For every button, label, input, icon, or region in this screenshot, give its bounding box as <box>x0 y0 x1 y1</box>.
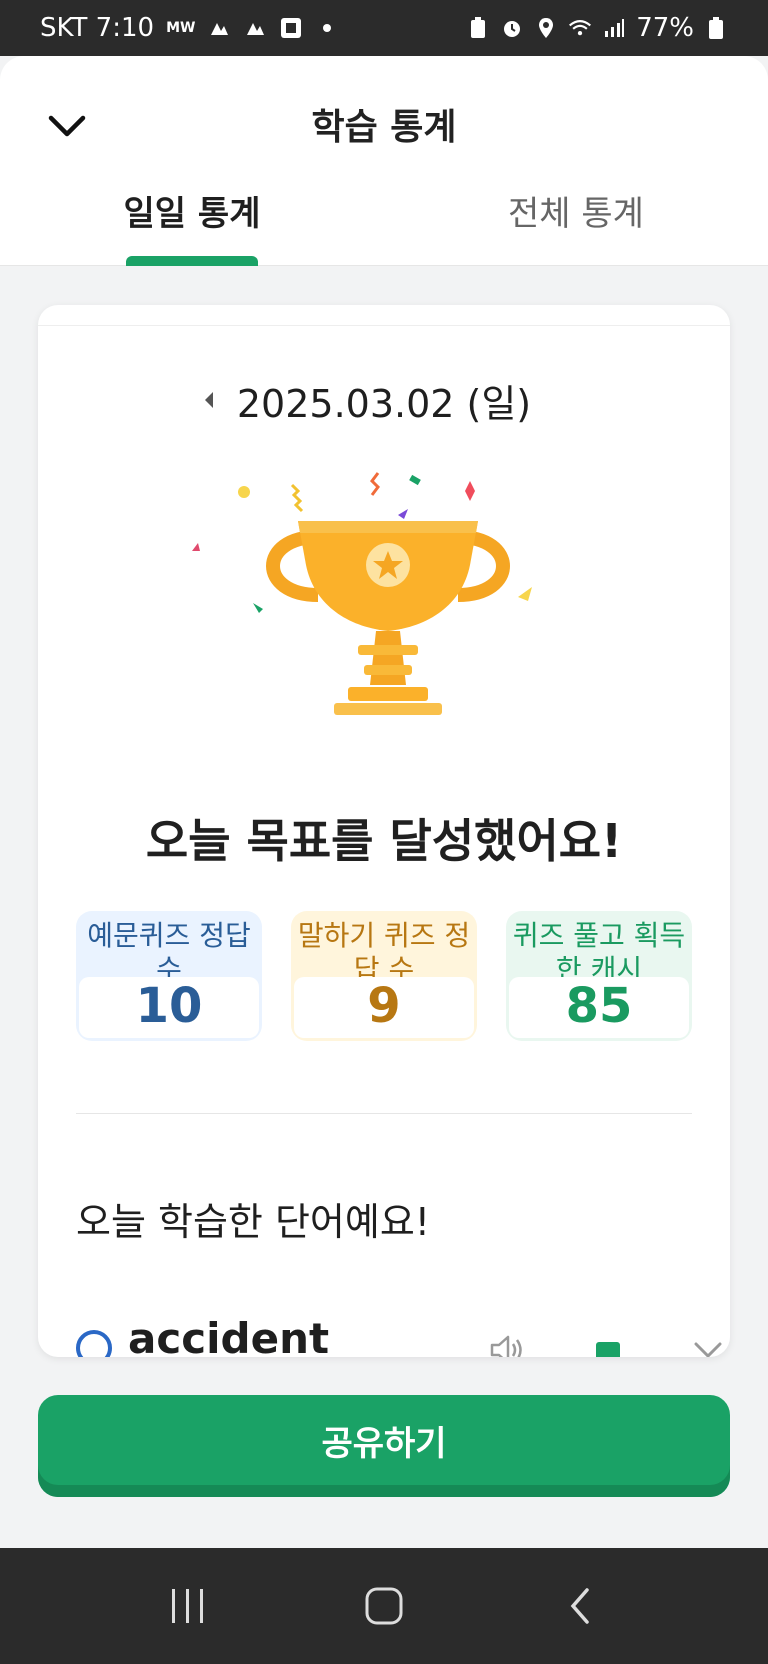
stat-cash-earned: 퀴즈 풀고 획득한 캐시 85 <box>506 911 692 1041</box>
alarm-icon <box>500 16 524 40</box>
status-bar: SKT 7:10 MW 77% <box>0 0 768 56</box>
section-divider <box>76 1113 692 1114</box>
home-icon[interactable] <box>354 1576 414 1636</box>
stat-value: 85 <box>509 977 689 1038</box>
speaker-icon[interactable] <box>486 1330 526 1357</box>
stat-speaking-quiz: 말하기 퀴즈 정답 수 9 <box>291 911 477 1041</box>
stats-header: 학습 통계 일일 통계 전체 통계 <box>0 56 768 266</box>
location-icon <box>534 16 558 40</box>
stat-label: 말하기 퀴즈 정답 수 <box>297 919 471 977</box>
weather-icon <box>207 16 231 40</box>
battery-percent: 77% <box>636 13 694 43</box>
daily-stats-card: 2025.03.02 (일) 오늘 목표를 달성했어요! 예문퀴즈 정답 수 1… <box>38 305 730 1357</box>
card-divider <box>38 325 730 326</box>
status-mw: MW <box>166 20 196 36</box>
tab-daily-stats[interactable]: 일일 통계 <box>92 186 292 235</box>
bookmark-indicator[interactable] <box>596 1342 620 1357</box>
chevron-down-icon[interactable] <box>691 1334 725 1357</box>
weather-icon <box>243 16 267 40</box>
stat-value: 10 <box>79 977 259 1038</box>
battery-saver-icon <box>466 16 490 40</box>
wifi-icon <box>568 16 592 40</box>
stat-value: 9 <box>294 977 474 1038</box>
word-select-radio[interactable] <box>76 1330 112 1357</box>
stat-sentence-quiz: 예문퀴즈 정답 수 10 <box>76 911 262 1041</box>
app-icon <box>279 16 303 40</box>
signal-icon <box>602 16 626 40</box>
stat-label: 퀴즈 풀고 획득한 캐시 <box>512 919 686 977</box>
recents-icon[interactable] <box>158 1576 218 1636</box>
trophy-illustration <box>188 455 588 745</box>
system-nav-bar <box>0 1548 768 1664</box>
status-time: SKT 7:10 <box>40 13 155 43</box>
page-title: 학습 통계 <box>311 107 457 148</box>
learned-words-title: 오늘 학습한 단어예요! <box>76 1200 431 1244</box>
share-button[interactable]: 공유하기 <box>38 1395 730 1497</box>
goal-achieved-headline: 오늘 목표를 달성했어요! <box>145 814 623 868</box>
word-list-item[interactable]: accident <box>76 1314 722 1357</box>
word-text: accident <box>128 1314 330 1357</box>
stats-row: 예문퀴즈 정답 수 10 말하기 퀴즈 정답 수 9 퀴즈 풀고 획득한 캐시 … <box>76 911 692 1041</box>
active-tab-indicator <box>126 256 258 266</box>
dot-icon <box>315 16 339 40</box>
date-selector: 2025.03.02 (일) <box>38 375 730 426</box>
stat-label: 예문퀴즈 정답 수 <box>87 919 251 977</box>
date-label: 2025.03.02 (일) <box>236 381 532 426</box>
battery-icon <box>704 16 728 40</box>
previous-day-arrow-icon[interactable] <box>201 390 217 410</box>
tab-bar: 일일 통계 전체 통계 <box>0 186 768 266</box>
trophy-icon <box>192 472 532 715</box>
back-icon[interactable] <box>550 1576 610 1636</box>
tab-total-stats[interactable]: 전체 통계 <box>476 186 676 235</box>
